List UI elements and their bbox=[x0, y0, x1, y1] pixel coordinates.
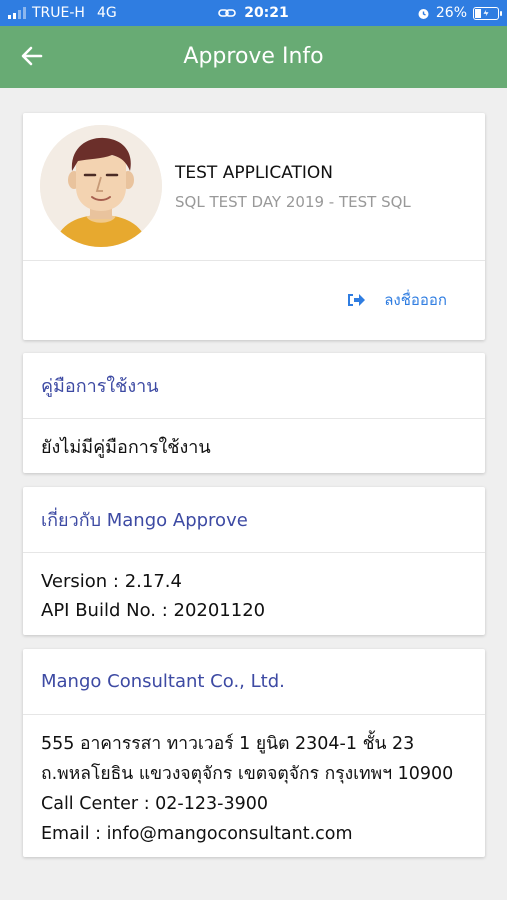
company-card: Mango Consultant Co., Ltd. 555 อาคารรสา … bbox=[23, 649, 485, 857]
alarm-icon bbox=[418, 8, 429, 19]
status-bar: TRUE-H 4G 20:21 26% bbox=[0, 0, 507, 26]
address-line-2: ถ.พหลโยธิน แขวงจตุจักร เขตจตุจักร กรุงเท… bbox=[41, 764, 454, 784]
address-line-1: 555 อาคารรสา ทาวเวอร์ 1 ยูนิต 2304-1 ชั้… bbox=[41, 734, 415, 754]
about-card: เกี่ยวกับ Mango Approve Version : 2.17.4… bbox=[23, 487, 485, 635]
manual-header: คู่มือการใช้งาน bbox=[23, 353, 485, 419]
app-bar: Approve Info bbox=[0, 26, 507, 88]
manual-card: คู่มือการใช้งาน ยังไม่มีคู่มือการใช้งาน bbox=[23, 353, 485, 473]
avatar-icon bbox=[40, 125, 162, 247]
logout-button[interactable]: ลงชื่อออก bbox=[346, 288, 447, 312]
battery-percent: 26% bbox=[435, 5, 467, 21]
logout-label: ลงชื่อออก bbox=[384, 291, 447, 309]
battery-icon bbox=[473, 6, 502, 20]
divider bbox=[23, 260, 485, 261]
about-header: เกี่ยวกับ Mango Approve bbox=[23, 487, 485, 553]
call-center-text: Call Center : 02-123-3900 bbox=[41, 794, 268, 814]
profile-card: TEST APPLICATION SQL TEST DAY 2019 - TES… bbox=[23, 113, 485, 340]
manual-body-text: ยังไม่มีคู่มือการใช้งาน bbox=[41, 437, 211, 458]
version-text: Version : 2.17.4 bbox=[41, 571, 182, 592]
clock: 20:21 bbox=[244, 5, 289, 21]
page-title: Approve Info bbox=[183, 44, 324, 69]
company-header: Mango Consultant Co., Ltd. bbox=[23, 649, 485, 715]
link-icon bbox=[218, 9, 237, 17]
app-subtitle: SQL TEST DAY 2019 - TEST SQL bbox=[175, 193, 411, 211]
api-build-text: API Build No. : 20201120 bbox=[41, 600, 266, 621]
logout-icon bbox=[348, 294, 366, 306]
app-name: TEST APPLICATION bbox=[175, 163, 333, 183]
email-text: Email : info@mangoconsultant.com bbox=[41, 824, 353, 844]
